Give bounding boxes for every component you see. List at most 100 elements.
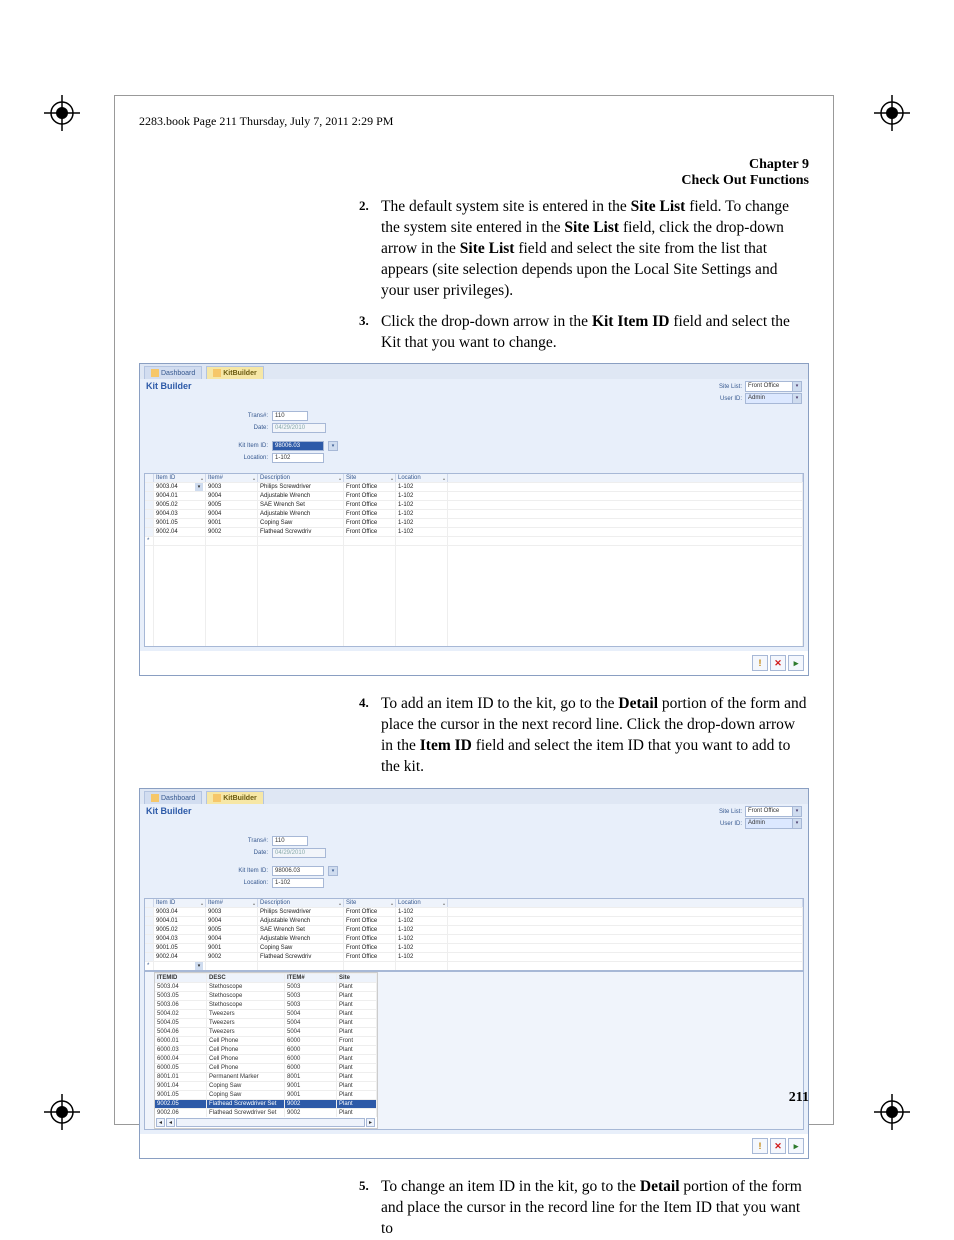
user-id-field[interactable]: Admin	[745, 393, 793, 404]
grid-row[interactable]: 9004.039004Adjustable WrenchFront Office…	[145, 934, 803, 943]
running-header: 2283.book Page 211 Thursday, July 7, 201…	[139, 114, 809, 129]
grid-row[interactable]: 9004.039004Adjustable WrenchFront Office…	[145, 509, 803, 518]
dropdown-row[interactable]: 9001.04Coping Saw9001Plant	[155, 1081, 377, 1090]
sort-icon: ▴	[253, 476, 255, 481]
dropdown-row[interactable]: 5004.02Tweezers5004Plant	[155, 1009, 377, 1018]
form-title: Kit Builder	[146, 806, 192, 816]
screenshot-1: Dashboard KitBuilder Kit Builder Site Li…	[139, 363, 809, 676]
user-id-label: User ID:	[720, 396, 742, 402]
grid-row[interactable]: 9005.029005SAE Wrench SetFront Office1-1…	[145, 500, 803, 509]
chapter-number: Chapter 9	[359, 157, 809, 173]
row-selector-head[interactable]	[145, 474, 154, 482]
grid-new-row[interactable]: *	[145, 536, 803, 545]
dropdown-row[interactable]: 6000.03Cell Phone6000Plant	[155, 1045, 377, 1054]
dropdown-nav[interactable]: ◂◂▸	[155, 1117, 377, 1128]
col-location[interactable]: Location▴	[396, 899, 448, 907]
col-site[interactable]: Site▴	[344, 899, 396, 907]
grid-row[interactable]: 9003.04▾9003Philips ScrewdriverFront Off…	[145, 482, 803, 491]
tab-dashboard[interactable]: Dashboard	[144, 366, 202, 379]
kit-item-id-field[interactable]: 98006.03	[272, 441, 324, 451]
dropdown-row[interactable]: 5003.06Stethoscope5003Plant	[155, 1000, 377, 1009]
chevron-down-icon[interactable]: ▾	[793, 381, 802, 392]
crop-mark-bl	[44, 1094, 80, 1130]
grid-row[interactable]: 9003.049003Philips ScrewdriverFront Offi…	[145, 907, 803, 916]
location-field[interactable]: 1-102	[272, 453, 324, 463]
dropdown-row[interactable]: 6000.05Cell Phone6000Plant	[155, 1063, 377, 1072]
kit-detail-grid: Item ID▴ Item#▴ Description▴ Site▴ Locat…	[144, 898, 804, 971]
sort-icon: ▴	[443, 476, 445, 481]
trans-field[interactable]: 110	[272, 836, 308, 846]
chapter-title: Check Out Functions	[359, 173, 809, 189]
site-list-field[interactable]: Front Office	[745, 806, 793, 817]
user-id-field[interactable]: Admin	[745, 818, 793, 829]
chevron-down-icon[interactable]: ▾	[328, 441, 338, 451]
sort-icon: ▴	[443, 901, 445, 906]
dropdown-row[interactable]: 6000.01Cell Phone6000Front	[155, 1036, 377, 1045]
dropdown-row[interactable]: 8001.01Permanent Marker8001Plant	[155, 1072, 377, 1081]
row-selector-head[interactable]	[145, 899, 154, 907]
chevron-down-icon[interactable]: ▾	[195, 483, 203, 491]
grid-header-row: Item ID▴ Item#▴ Description▴ Site▴ Locat…	[145, 474, 803, 482]
dropdown-row[interactable]: 5003.05Stethoscope5003Plant	[155, 991, 377, 1000]
dashboard-icon	[151, 794, 159, 802]
kit-item-id-label: Kit Item ID:	[220, 868, 272, 874]
process-button[interactable]: ▸	[788, 1138, 804, 1154]
col-site[interactable]: Site▴	[344, 474, 396, 482]
grid-row[interactable]: 9002.049002Flathead ScrewdrivFront Offic…	[145, 952, 803, 961]
dropdown-row[interactable]: 5003.04Stethoscope5003Plant	[155, 982, 377, 991]
process-button[interactable]: ▸	[788, 655, 804, 671]
dropdown-row[interactable]: 9002.05Flathead Screwdriver Set9002Plant	[155, 1099, 377, 1108]
tab-kitbuilder[interactable]: KitBuilder	[206, 366, 263, 379]
dropdown-row[interactable]: 9002.06Flathead Screwdriver Set9002Plant	[155, 1108, 377, 1117]
trans-field[interactable]: 110	[272, 411, 308, 421]
col-location[interactable]: Location▴	[396, 474, 448, 482]
col-description[interactable]: Description▴	[258, 899, 344, 907]
warning-button[interactable]: !	[752, 655, 768, 671]
site-list-label: Site List:	[719, 809, 742, 815]
site-list-label: Site List:	[719, 384, 742, 390]
grid-row[interactable]: 9001.059001Coping SawFront Office1-102	[145, 518, 803, 527]
screenshot-2: Dashboard KitBuilder Kit Builder Site Li…	[139, 788, 809, 1159]
col-description[interactable]: Description▴	[258, 474, 344, 482]
step-text: To add an item ID to the kit, go to the …	[381, 694, 809, 778]
step-4: 4. To add an item ID to the kit, go to t…	[359, 694, 809, 778]
grid-row[interactable]: 9004.019004Adjustable WrenchFront Office…	[145, 916, 803, 925]
col-desc: DESC	[207, 973, 285, 982]
warning-button[interactable]: !	[752, 1138, 768, 1154]
cancel-button[interactable]: ✕	[770, 1138, 786, 1154]
chevron-down-icon[interactable]: ▾	[328, 866, 338, 876]
chevron-down-icon[interactable]: ▾	[793, 818, 802, 829]
kit-item-id-label: Kit Item ID:	[220, 443, 272, 449]
dropdown-row[interactable]: 5004.06Tweezers5004Plant	[155, 1027, 377, 1036]
user-id-label: User ID:	[720, 821, 742, 827]
chevron-down-icon[interactable]: ▾	[793, 806, 802, 817]
grid-row[interactable]: 9004.019004Adjustable WrenchFront Office…	[145, 491, 803, 500]
col-item-no[interactable]: Item#▴	[206, 899, 258, 907]
grid-row[interactable]: 9001.059001Coping SawFront Office1-102	[145, 943, 803, 952]
site-list-field[interactable]: Front Office	[745, 381, 793, 392]
col-item-no[interactable]: Item#▴	[206, 474, 258, 482]
step-2: 2. The default system site is entered in…	[359, 197, 809, 302]
col-item-id[interactable]: Item ID▴	[154, 474, 206, 482]
tab-kitbuilder[interactable]: KitBuilder	[206, 791, 263, 804]
cancel-button[interactable]: ✕	[770, 655, 786, 671]
sort-icon: ▴	[201, 901, 203, 906]
sort-icon: ▴	[339, 901, 341, 906]
tab-dashboard[interactable]: Dashboard	[144, 791, 202, 804]
col-item-id[interactable]: Item ID▴	[154, 899, 206, 907]
kit-detail-grid: Item ID▴ Item#▴ Description▴ Site▴ Locat…	[144, 473, 804, 647]
dropdown-row[interactable]: 6000.04Cell Phone6000Plant	[155, 1054, 377, 1063]
dropdown-row[interactable]: 5004.05Tweezers5004Plant	[155, 1018, 377, 1027]
sort-icon: ▴	[339, 476, 341, 481]
location-field[interactable]: 1-102	[272, 878, 324, 888]
step-number: 2.	[359, 197, 381, 302]
step-text: The default system site is entered in th…	[381, 197, 809, 302]
kit-item-id-field[interactable]: 98006.03	[272, 866, 324, 876]
grid-row[interactable]: 9002.049002Flathead ScrewdrivFront Offic…	[145, 527, 803, 536]
grid-new-row[interactable]: *▾	[145, 961, 803, 970]
dropdown-row[interactable]: 9001.05Coping Saw9001Plant	[155, 1090, 377, 1099]
chevron-down-icon[interactable]: ▾	[793, 393, 802, 404]
chevron-down-icon[interactable]: ▾	[195, 962, 203, 970]
sort-icon: ▴	[391, 476, 393, 481]
grid-row[interactable]: 9005.029005SAE Wrench SetFront Office1-1…	[145, 925, 803, 934]
